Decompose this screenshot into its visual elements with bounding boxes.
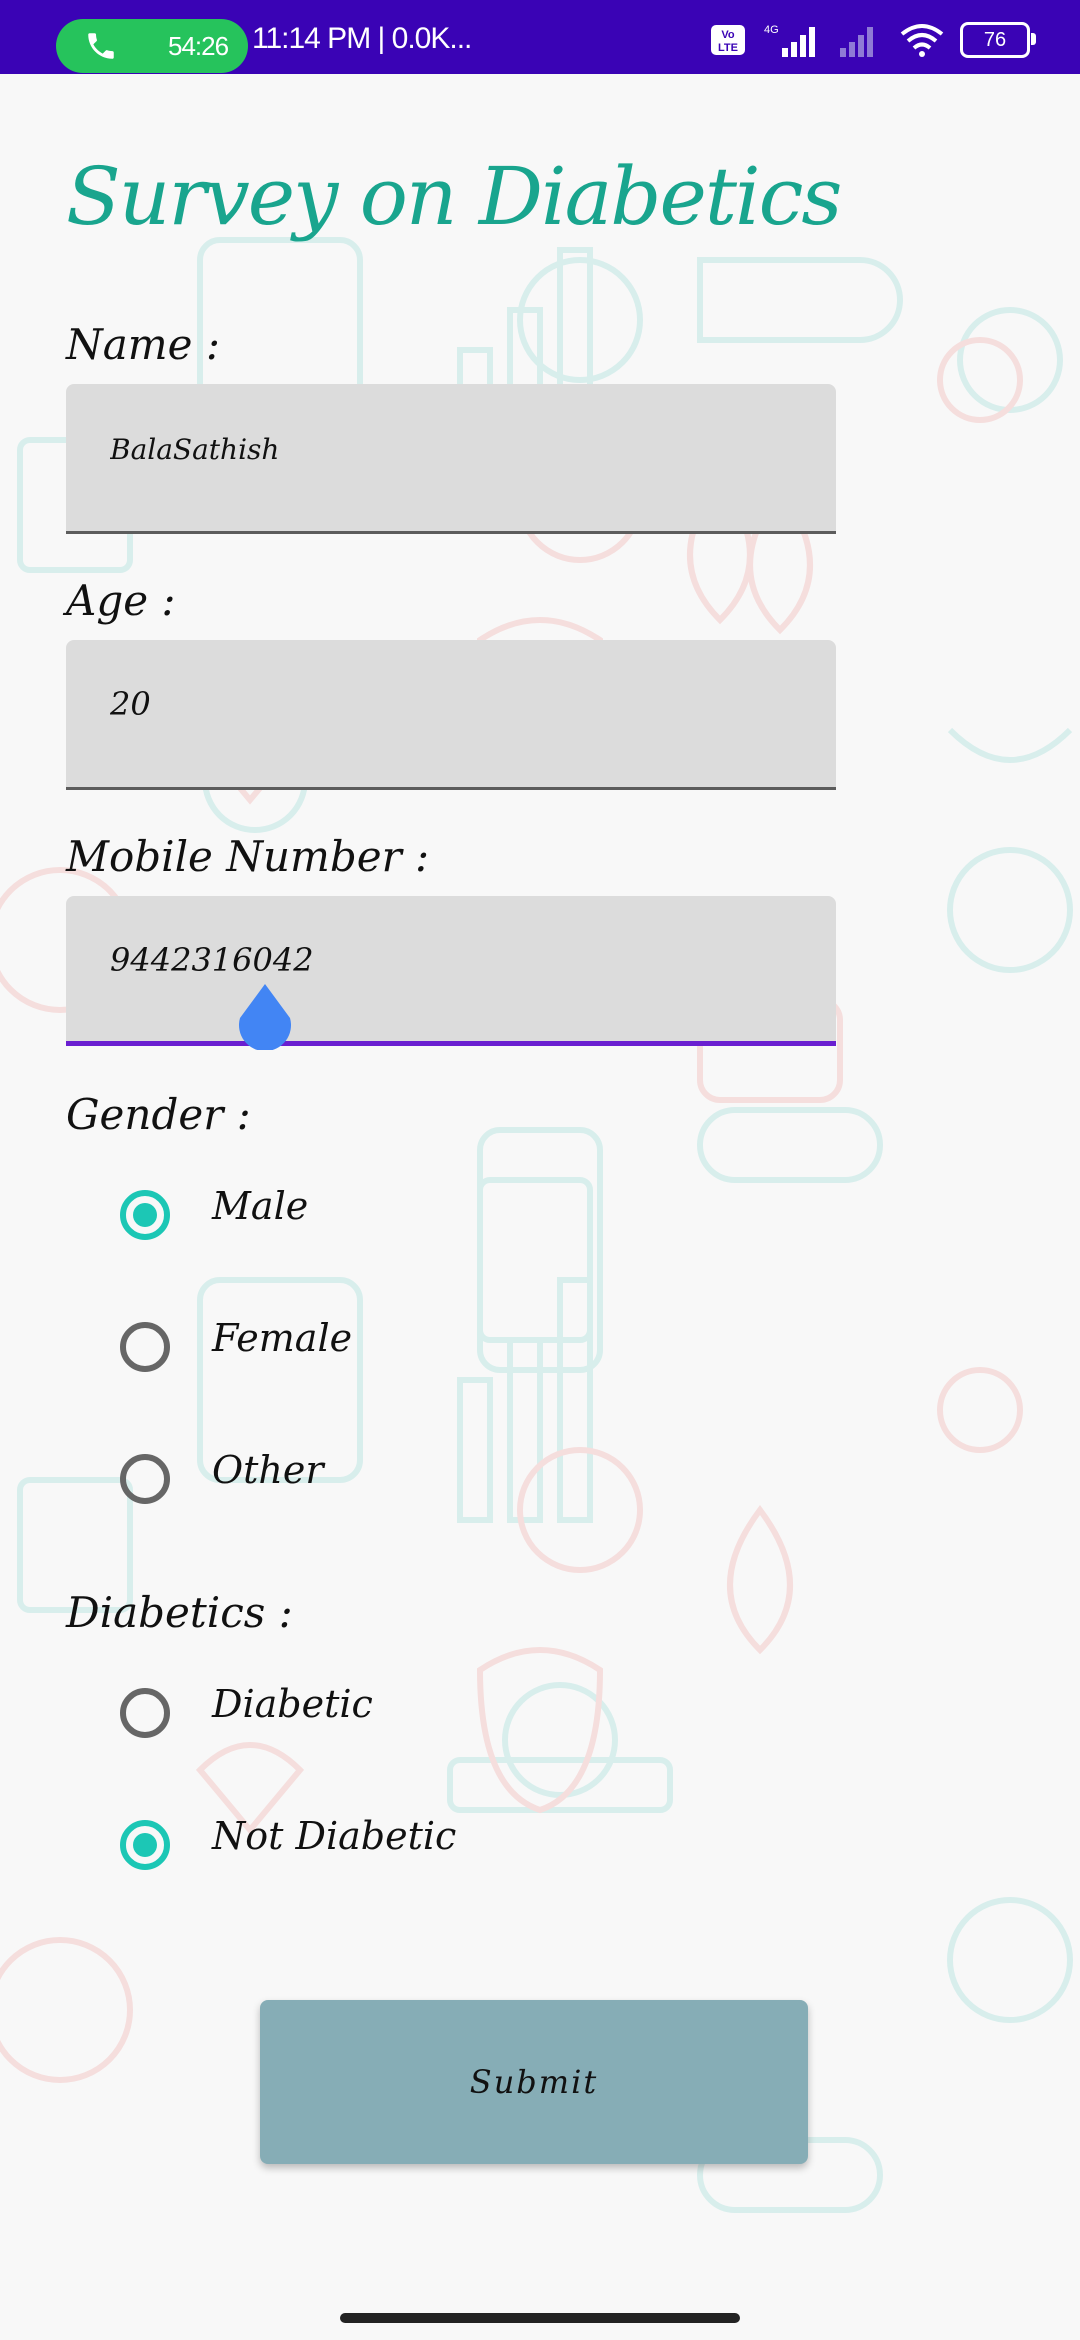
mobile-number-label: Mobile Number : bbox=[66, 832, 430, 881]
call-timer: 54:26 bbox=[168, 30, 229, 61]
gender-option-label: Female bbox=[212, 1316, 353, 1360]
signal-4g-icon: 4G bbox=[764, 24, 815, 57]
svg-text:Vo: Vo bbox=[721, 29, 735, 41]
phone-icon bbox=[88, 33, 114, 59]
volte-icon: Vo LTE bbox=[711, 25, 745, 55]
mobile-number-field[interactable] bbox=[66, 896, 836, 1046]
submit-label: Submit bbox=[469, 2063, 599, 2101]
diabetics-label: Diabetics : bbox=[66, 1588, 293, 1637]
gender-option-label: Male bbox=[212, 1184, 309, 1228]
radio-button[interactable] bbox=[120, 1322, 170, 1372]
diabetics-option-not-diabetic[interactable]: Not Diabetic bbox=[120, 1814, 456, 1870]
mobile-number-input[interactable] bbox=[108, 940, 712, 980]
gender-label: Gender : bbox=[66, 1090, 251, 1139]
radio-button-checked[interactable] bbox=[120, 1190, 170, 1240]
gender-option-female[interactable]: Female bbox=[120, 1316, 352, 1372]
text-cursor-handle-icon[interactable] bbox=[236, 982, 294, 1050]
home-gesture-bar[interactable] bbox=[340, 2313, 740, 2323]
diabetics-option-diabetic[interactable]: Diabetic bbox=[120, 1682, 373, 1738]
status-bar: 54:26 11:14 PM | 0.0K... Vo LTE 4G 76 bbox=[0, 0, 1080, 74]
signal-sim2-icon bbox=[840, 27, 873, 57]
age-field[interactable] bbox=[66, 640, 836, 790]
name-field[interactable] bbox=[66, 384, 836, 534]
battery-icon: 76 bbox=[960, 22, 1036, 58]
page-title: Survey on Diabetics bbox=[66, 150, 842, 243]
age-input[interactable] bbox=[108, 684, 712, 724]
battery-level: 76 bbox=[983, 28, 1007, 51]
name-input[interactable] bbox=[108, 432, 712, 467]
submit-button[interactable]: Submit bbox=[260, 2000, 808, 2164]
name-label: Name : bbox=[66, 320, 220, 369]
svg-text:LTE: LTE bbox=[718, 42, 738, 54]
radio-button[interactable] bbox=[120, 1454, 170, 1504]
age-label: Age : bbox=[66, 576, 176, 625]
network-type-label: 4G bbox=[764, 24, 779, 36]
status-time-speed: 11:14 PM | 0.0K... bbox=[252, 22, 472, 55]
diabetics-option-label: Diabetic bbox=[212, 1682, 373, 1726]
gender-option-male[interactable]: Male bbox=[120, 1184, 308, 1240]
gender-option-label: Other bbox=[212, 1448, 324, 1492]
ongoing-call-pill[interactable]: 54:26 bbox=[56, 19, 248, 73]
wifi-icon bbox=[900, 24, 944, 57]
diabetics-option-label: Not Diabetic bbox=[212, 1814, 457, 1858]
status-icons: Vo LTE 4G 76 bbox=[710, 22, 1036, 58]
radio-button-checked[interactable] bbox=[120, 1820, 170, 1870]
radio-button[interactable] bbox=[120, 1688, 170, 1738]
gender-option-other[interactable]: Other bbox=[120, 1448, 324, 1504]
